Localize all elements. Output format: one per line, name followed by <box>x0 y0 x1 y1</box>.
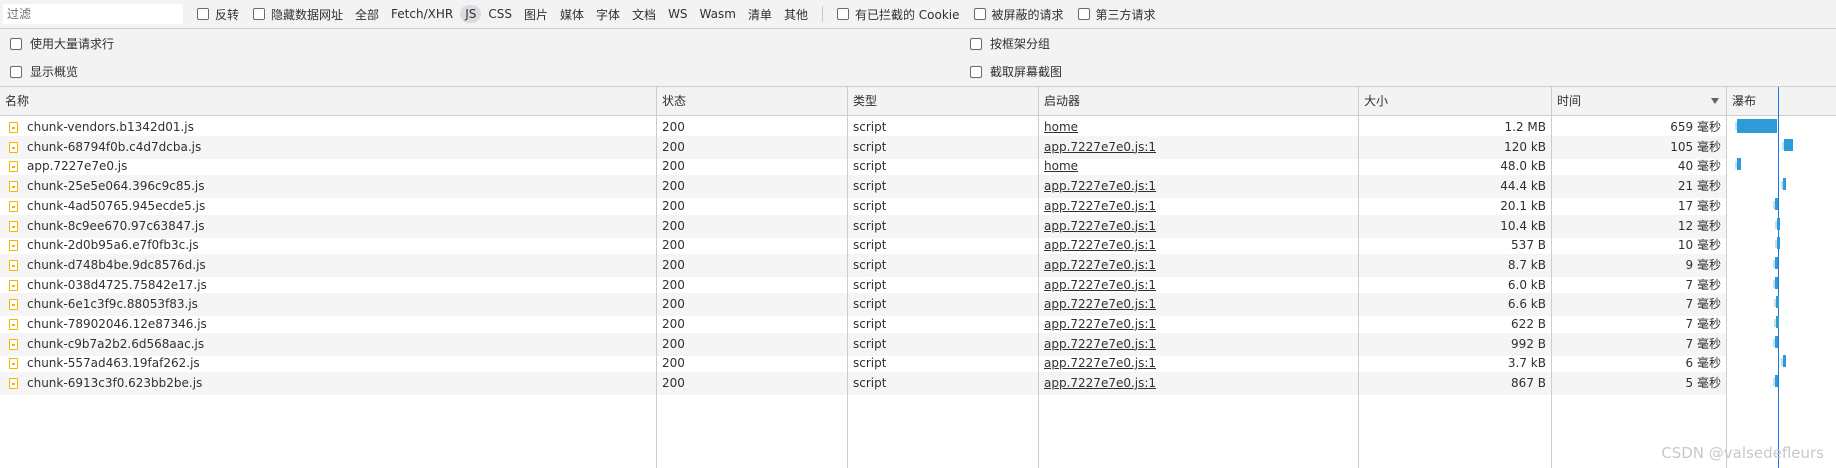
large-rows-checkbox[interactable]: 使用大量请求行 <box>10 35 114 52</box>
column-divider[interactable] <box>847 87 848 468</box>
checkbox-box[interactable] <box>836 8 849 20</box>
checkbox-box[interactable] <box>10 37 22 50</box>
script-file-icon <box>9 378 18 390</box>
waterfall-bar[interactable] <box>1783 178 1786 191</box>
type-filter-button[interactable]: 媒体 <box>555 4 589 25</box>
waterfall-column <box>1727 87 1836 468</box>
script-file-icon <box>9 299 18 311</box>
blocked-cookies-checkbox[interactable]: 有已拦截的 Cookie <box>836 6 960 23</box>
waterfall-bar[interactable] <box>1775 375 1778 388</box>
settings-pane: 使用大量请求行 按框架分组 显示概览 截取屏幕截图 <box>0 29 1836 87</box>
invert-checkbox[interactable]: 反转 <box>197 6 239 23</box>
toolbar-divider <box>821 6 823 22</box>
column-header-initiator[interactable]: 启动器 <box>1039 87 1358 115</box>
type-filter-button[interactable]: Wasm <box>695 5 741 23</box>
checkbox-box[interactable] <box>197 8 209 20</box>
third-party-checkbox[interactable]: 第三方请求 <box>1077 6 1156 23</box>
load-timeline-marker <box>1778 87 1779 468</box>
time-cell: 5 毫秒 <box>1685 376 1721 391</box>
type-filter-button[interactable]: 其他 <box>779 4 813 25</box>
waterfall-bar[interactable] <box>1775 256 1778 269</box>
script-file-icon <box>9 200 18 212</box>
script-file-icon <box>9 181 18 193</box>
initiator-link[interactable]: app.7227e7e0.js:1 <box>1044 372 1156 395</box>
script-file-icon <box>9 161 18 173</box>
script-file-icon <box>9 338 18 350</box>
type-filter-button[interactable]: Fetch/XHR <box>386 5 458 23</box>
waterfall-bar[interactable] <box>1737 158 1741 171</box>
type-filter-button[interactable]: CSS <box>483 5 517 23</box>
type-cell: script <box>853 376 887 391</box>
checkbox-box[interactable] <box>973 8 986 20</box>
waterfall-bar[interactable] <box>1776 296 1779 309</box>
waterfall-bar[interactable] <box>1775 276 1778 289</box>
size-cell: 867 B <box>1511 376 1546 391</box>
waterfall-bar[interactable] <box>1784 138 1793 151</box>
checkbox-box[interactable] <box>10 65 22 78</box>
request-name: chunk-6913c3f0.623bb2be.js <box>27 376 203 391</box>
checkbox-box[interactable] <box>253 8 266 20</box>
blocked-requests-checkbox[interactable]: 被屏蔽的请求 <box>973 6 1064 23</box>
waterfall-bar[interactable] <box>1776 316 1779 328</box>
checkbox-box[interactable] <box>970 65 982 78</box>
request-name-cell[interactable]: chunk-6913c3f0.623bb2be.js <box>9 372 649 395</box>
waterfall-bar[interactable] <box>1737 119 1777 133</box>
script-file-icon <box>9 259 18 271</box>
filter-toolbar: 反转 隐藏数据网址 全部Fetch/XHRJSCSS图片媒体字体文档WSWasm… <box>0 0 1836 29</box>
waterfall-bar[interactable] <box>1783 355 1786 368</box>
type-filter-button[interactable]: JS <box>460 5 482 23</box>
waterfall-bar[interactable] <box>1775 197 1778 210</box>
checkbox-box[interactable] <box>1077 8 1090 20</box>
script-file-icon <box>9 358 18 370</box>
type-filter-button[interactable]: 清单 <box>743 4 777 25</box>
sort-descending-icon <box>1711 98 1719 104</box>
status-cell: 200 <box>662 376 685 391</box>
resource-type-filters: 全部 Fetch/XHR JS CSS 图片 媒体 字体 文档 WS Wasm 清单 其他 <box>349 4 814 25</box>
waterfall-bar[interactable] <box>1775 335 1778 348</box>
waterfall-bar[interactable] <box>1777 237 1780 250</box>
filter-input[interactable] <box>3 4 183 24</box>
type-filter-button[interactable]: WS <box>663 5 692 23</box>
column-header-size[interactable]: 大小 <box>1359 87 1551 115</box>
checkbox-box[interactable] <box>970 37 982 50</box>
column-divider[interactable] <box>1358 87 1359 468</box>
column-header-name[interactable]: 名称 <box>0 87 656 115</box>
column-divider[interactable] <box>1038 87 1039 468</box>
script-file-icon <box>9 122 18 133</box>
waterfall-bar[interactable] <box>1777 217 1780 230</box>
script-file-icon <box>9 279 18 291</box>
show-overview-checkbox[interactable]: 显示概览 <box>10 63 78 80</box>
script-file-icon <box>9 240 18 252</box>
table-row[interactable]: chunk-6913c3f0.623bb2be.js 200 script app.7… <box>0 372 1727 396</box>
script-file-icon <box>9 220 18 232</box>
column-divider[interactable] <box>656 87 657 468</box>
column-header-type[interactable]: 类型 <box>848 87 1038 115</box>
request-table: chunk-vendors.b1342d01.js 200 script home 1.… <box>0 87 1836 468</box>
type-filter-button[interactable]: 全部 <box>350 4 384 25</box>
script-file-icon <box>9 141 18 153</box>
type-filter-button[interactable]: 文档 <box>627 4 661 25</box>
type-filter-button[interactable]: 图片 <box>519 4 553 25</box>
hide-data-urls-checkbox[interactable]: 隐藏数据网址 <box>253 6 343 23</box>
column-header-time[interactable]: 时间 <box>1552 87 1726 115</box>
watermark: CSDN @valsedefleurs <box>1661 444 1824 462</box>
type-filter-button[interactable]: 字体 <box>591 4 625 25</box>
column-divider[interactable] <box>1551 87 1552 468</box>
group-by-frame-checkbox[interactable]: 按框架分组 <box>970 35 1050 52</box>
script-file-icon <box>9 319 18 330</box>
table-header: 名称 状态 类型 启动器 大小 时间 瀑布 <box>0 87 1836 116</box>
column-header-status[interactable]: 状态 <box>657 87 847 115</box>
capture-screenshots-checkbox[interactable]: 截取屏幕截图 <box>970 63 1062 80</box>
